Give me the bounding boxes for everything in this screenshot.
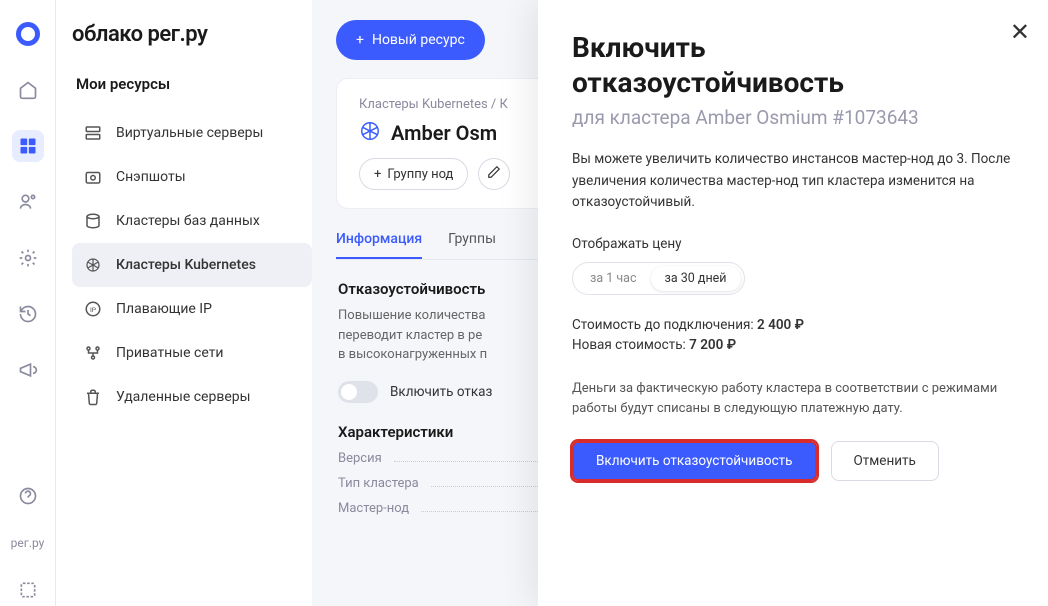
close-icon: ✕ [1010,18,1030,46]
seg-month[interactable]: за 30 дней [651,266,741,291]
modal-confirm-button[interactable]: Включить отказоустойчивость [572,441,817,481]
price-segment: за 1 час за 30 дней [572,262,745,295]
price-display-label: Отображать цену [572,236,1014,252]
modal-title: Включитьотказоустойчивость [572,30,1014,100]
modal-enable-ha: ✕ Включитьотказоустойчивость для кластер… [538,0,1048,606]
seg-hour[interactable]: за 1 час [576,266,651,291]
modal-note: Деньги за фактическую работу кластера в … [572,379,1014,419]
cost-before: Стоимость до подключения: 2 400 ₽ [572,317,1014,333]
modal-body-text: Вы можете увеличить количество инстансов… [572,149,1014,214]
modal-close-button[interactable]: ✕ [1010,18,1030,46]
cost-after: Новая стоимость: 7 200 ₽ [572,337,1014,353]
modal-subtitle: для кластера Amber Osmium #1073643 [572,106,1014,129]
modal-cancel-button[interactable]: Отменить [831,441,939,481]
